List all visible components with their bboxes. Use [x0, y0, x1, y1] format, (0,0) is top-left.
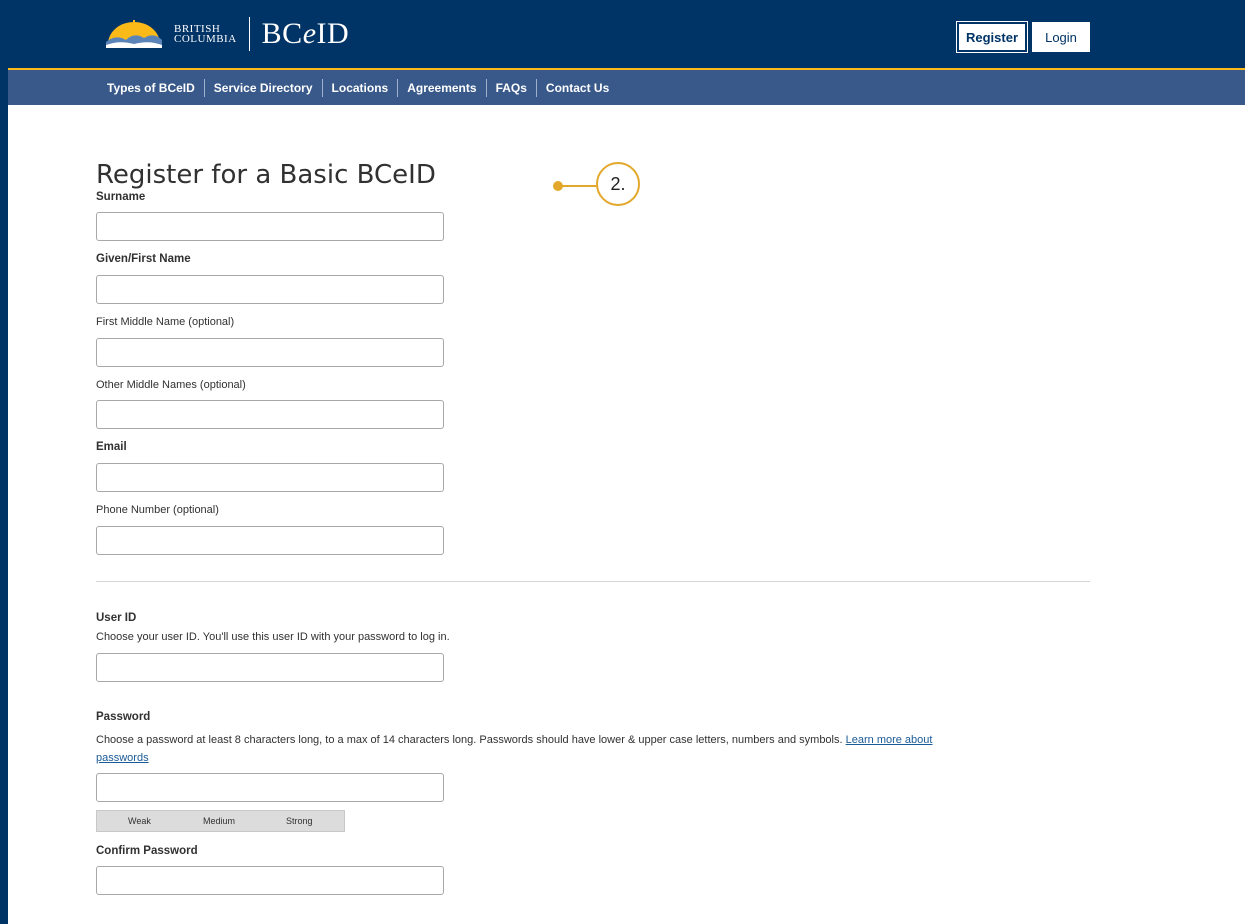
phone-label: Phone Number (optional) [96, 504, 219, 516]
password-input[interactable] [96, 773, 444, 802]
confirm-password-input[interactable] [96, 866, 444, 895]
surname-input[interactable] [96, 212, 444, 241]
site-header: BRITISH COLUMBIA BCeID Register Login [8, 0, 1245, 70]
step-callout: 2. [553, 162, 663, 210]
learn-more-passwords-link[interactable]: Learn more about [846, 734, 933, 746]
confirm-password-label: Confirm Password [96, 845, 198, 857]
nav-types-of-bceid[interactable]: Types of BCeID [98, 79, 204, 97]
given-name-label: Given/First Name [96, 253, 191, 265]
bc-logo[interactable]: BRITISH COLUMBIA BCeID [104, 14, 349, 54]
strength-medium-label: Medium [203, 816, 236, 826]
bceid-brand: BCeID [262, 17, 350, 51]
sub-navigation: Types of BCeID Service Directory Locatio… [8, 70, 1245, 105]
nav-service-directory[interactable]: Service Directory [205, 79, 322, 97]
strength-weak-label: Weak [128, 816, 151, 826]
login-button[interactable]: Login [1032, 22, 1090, 52]
password-help-body: Choose a password at least 8 characters … [96, 734, 843, 746]
bc-sun-logo-icon [106, 20, 162, 48]
first-middle-name-input[interactable] [96, 338, 444, 367]
user-id-input[interactable] [96, 653, 444, 682]
page-title: Register for a Basic BCeID [96, 160, 436, 191]
user-id-help-text: Choose your user ID. You'll use this use… [96, 631, 450, 643]
logo-divider [248, 17, 250, 51]
nav-faqs[interactable]: FAQs [487, 79, 536, 97]
email-label: Email [96, 441, 127, 453]
password-help-text-line2: passwords [96, 752, 149, 764]
phone-input[interactable] [96, 526, 444, 555]
other-middle-names-label: Other Middle Names (optional) [96, 379, 246, 391]
password-help-text: Choose a password at least 8 characters … [96, 734, 932, 746]
user-id-label: User ID [96, 612, 137, 624]
learn-more-passwords-link-cont[interactable]: passwords [96, 752, 149, 764]
other-middle-names-input[interactable] [96, 400, 444, 429]
left-frame-border [0, 0, 8, 924]
brand-prefix: BC [261, 17, 303, 50]
callout-step-badge: 2. [596, 162, 640, 206]
bc-wordmark-line2: COLUMBIA [174, 33, 237, 45]
register-button[interactable]: Register [957, 22, 1027, 52]
nav-locations[interactable]: Locations [323, 79, 398, 97]
callout-line [561, 185, 597, 187]
first-middle-name-label: First Middle Name (optional) [96, 316, 235, 328]
strength-strong-label: Strong [286, 816, 313, 826]
brand-e: e [302, 17, 317, 50]
section-divider [96, 581, 1090, 582]
password-label: Password [96, 711, 151, 723]
nav-contact-us[interactable]: Contact Us [537, 79, 618, 97]
brand-suffix: ID [316, 17, 350, 50]
email-input[interactable] [96, 463, 444, 492]
bc-wordmark: BRITISH COLUMBIA [174, 24, 237, 45]
password-strength-meter: Weak Medium Strong [96, 810, 345, 832]
nav-agreements[interactable]: Agreements [398, 79, 485, 97]
surname-label: Surname [96, 191, 146, 203]
given-name-input[interactable] [96, 275, 444, 304]
